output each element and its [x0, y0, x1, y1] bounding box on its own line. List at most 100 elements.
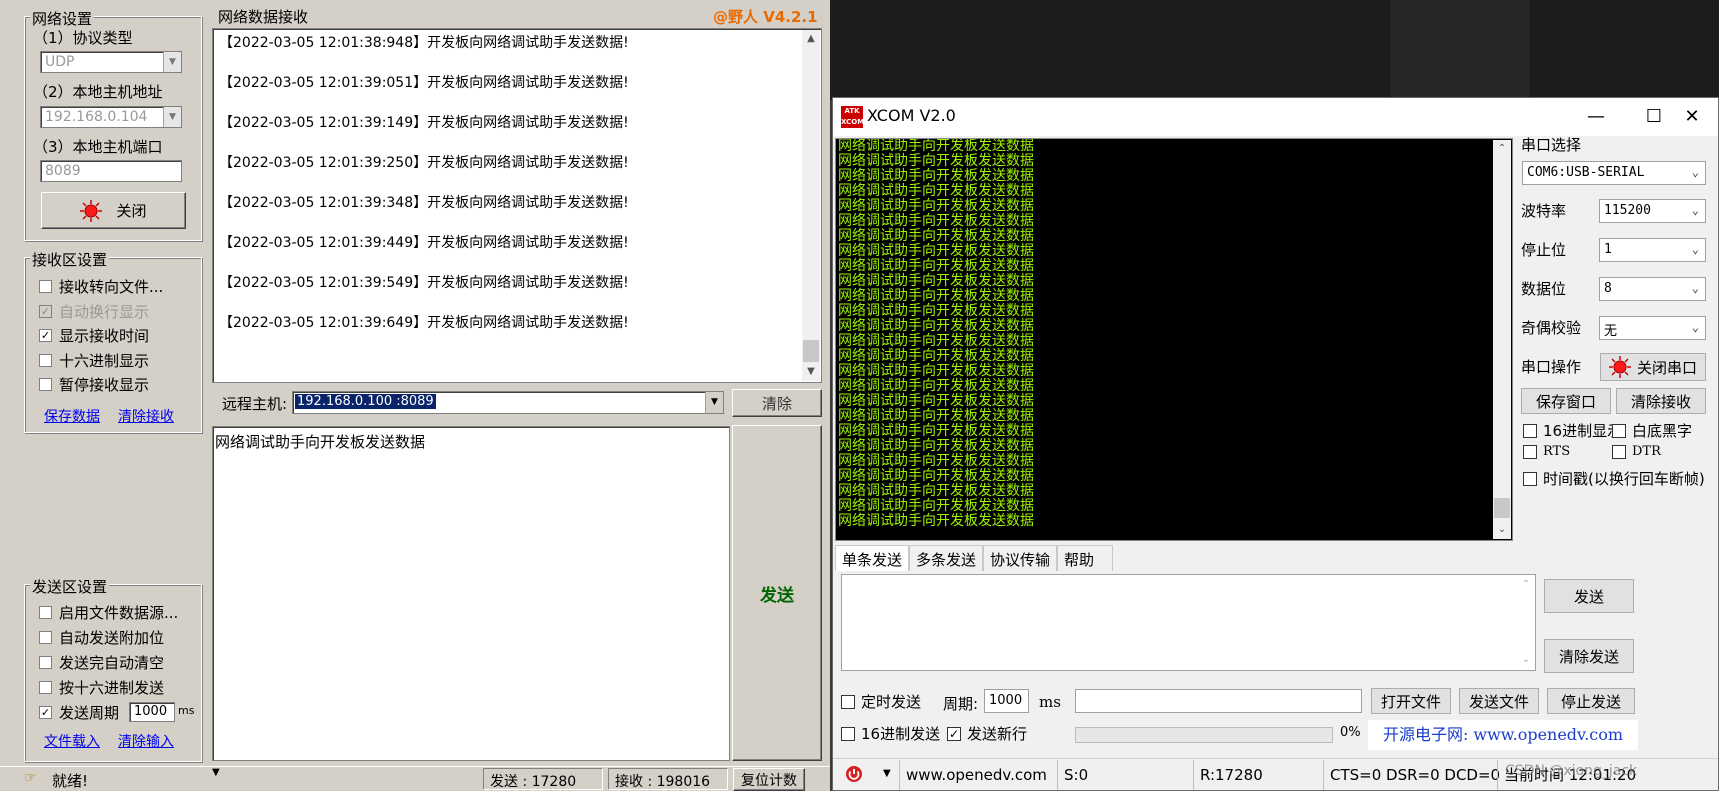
parity-select[interactable]: 无 ⌄ [1599, 316, 1706, 340]
recv-option-label: 暂停接收显示 [59, 376, 150, 394]
parity-label: 奇偶校验 [1521, 319, 1582, 337]
recv-option-checkbox[interactable]: 十六进制显示 [39, 350, 149, 371]
dtr-checkbox[interactable]: DTR [1612, 444, 1661, 459]
hex-send-checkbox[interactable]: 16进制发送 [841, 723, 940, 744]
terminal-line: 网络调试助手向开发板发送数据 [838, 303, 1034, 319]
tab-0[interactable]: 单条发送 [835, 545, 909, 571]
xcom-period-input[interactable]: 1000 [984, 689, 1029, 713]
send-textarea[interactable]: 网络调试助手向开发板发送数据 [212, 426, 730, 761]
desktop-background [830, 0, 1719, 100]
chevron-down-icon: ⌄ [1691, 165, 1699, 179]
send-option-checkbox[interactable]: 自动发送附加位 [39, 627, 164, 648]
send-option-checkbox[interactable]: 启用文件数据源... [39, 602, 178, 623]
send-period-input[interactable]: 1000 [129, 702, 175, 722]
status-url[interactable]: www.openedv.com [899, 760, 1047, 790]
save-window-button[interactable]: 保存窗口 [1521, 388, 1611, 414]
baud-select[interactable]: 115200 ⌄ [1599, 199, 1706, 223]
status-dropdown-icon[interactable]: ▼ [883, 768, 891, 779]
status-received: R:17280 [1193, 760, 1263, 790]
scroll-down-icon[interactable]: ⌄ [1493, 521, 1511, 539]
white-bg-checkbox[interactable]: 白底黑字 [1612, 420, 1692, 441]
send-option-checkbox[interactable]: 按十六进制发送 [39, 677, 164, 698]
scroll-thumb[interactable] [1494, 498, 1510, 518]
minimize-icon[interactable]: — [1567, 98, 1625, 136]
recv-textarea[interactable]: 【2022-03-05 12:01:38:948】开发板向网络调试助手发送数据!… [212, 28, 822, 383]
close-icon[interactable]: ✕ [1663, 98, 1719, 136]
hex-display-checkbox[interactable]: 16进制显示 [1523, 420, 1622, 441]
port-select[interactable]: COM6:USB-SERIAL ⌄ [1522, 161, 1706, 185]
open-file-button[interactable]: 打开文件 [1371, 688, 1451, 714]
scroll-down-icon[interactable]: ▼ [802, 363, 820, 381]
timed-send-checkbox[interactable]: 定时发送 [841, 691, 921, 712]
xcom-send-button[interactable]: 发送 [1544, 579, 1634, 613]
file-load-link[interactable]: 文件载入 [44, 731, 100, 751]
baud-label: 波特率 [1521, 202, 1567, 220]
host-select[interactable]: 192.168.0.104 ▼ [40, 106, 182, 128]
xcom-titlebar: ATK XCOM XCOM V2.0 — ☐ ✕ [833, 98, 1718, 136]
port-input[interactable]: 8089 [40, 160, 182, 182]
parity-value: 无 [1604, 324, 1618, 339]
rts-checkbox[interactable]: RTS [1523, 444, 1570, 459]
netassist-window: 网络设置 （1）协议类型 UDP ▼ （2）本地主机地址 192.168.0.1… [0, 0, 830, 791]
tab-1[interactable]: 多条发送 [909, 545, 983, 571]
scroll-up-icon[interactable]: ⌃ [1518, 576, 1534, 594]
checkbox-box: ✓ [39, 329, 52, 342]
recv-area-title: 网络数据接收 [218, 8, 309, 26]
file-path-input[interactable] [1075, 689, 1362, 713]
send-file-button[interactable]: 发送文件 [1459, 688, 1539, 714]
stop-bits-select[interactable]: 1 ⌄ [1599, 238, 1706, 262]
save-data-link[interactable]: 保存数据 [44, 406, 100, 426]
chevron-down-icon: ▼ [705, 392, 723, 413]
clear-receive-button[interactable]: 清除接收 [1616, 388, 1706, 414]
terminal-line: 网络调试助手向开发板发送数据 [838, 363, 1034, 379]
scroll-up-icon[interactable]: ⌃ [1493, 140, 1511, 158]
website-ad[interactable]: 开源电子网: www.openedv.com [1368, 720, 1638, 750]
checkbox-box [1612, 444, 1626, 459]
terminal-line: 网络调试助手向开发板发送数据 [838, 468, 1034, 484]
white-bg-label: 白底黑字 [1632, 422, 1693, 440]
send-newline-checkbox[interactable]: ✓ 发送新行 [947, 723, 1027, 744]
send-button[interactable]: 发送 [732, 425, 822, 761]
remote-host-select[interactable]: 192.168.0.100 :8089 ▼ [292, 391, 724, 414]
recv-option-checkbox[interactable]: ✓ 显示接收时间 [39, 325, 149, 346]
clear-button[interactable]: 清除 [732, 389, 822, 417]
host-value: 192.168.0.104 [45, 109, 148, 125]
send-period-checkbox[interactable]: ✓ 发送周期 [39, 702, 119, 723]
terminal-line: 网络调试助手向开发板发送数据 [838, 408, 1034, 424]
recv-option-checkbox[interactable]: 暂停接收显示 [39, 374, 149, 395]
scroll-up-icon[interactable]: ▲ [802, 30, 820, 48]
checkbox-box [1523, 471, 1537, 486]
data-bits-value: 8 [1604, 281, 1612, 296]
checkbox-box: ✓ [39, 304, 52, 318]
reset-count-button[interactable]: 复位计数 [733, 768, 805, 791]
clear-send-button[interactable]: 清除发送 [1544, 639, 1634, 673]
recv-option-checkbox[interactable]: ✓ 自动换行显示 [39, 301, 149, 322]
protocol-select[interactable]: UDP ▼ [40, 51, 182, 73]
power-icon[interactable] [845, 765, 863, 783]
recv-line: 【2022-03-05 12:01:39:250】开发板向网络调试助手发送数据! [219, 155, 629, 171]
scroll-thumb[interactable] [803, 340, 819, 362]
terminal-line: 网络调试助手向开发板发送数据 [838, 288, 1034, 304]
timestamp-checkbox[interactable]: 时间戳(以换行回车断帧) [1523, 468, 1705, 489]
recv-option-checkbox[interactable]: 接收转向文件... [39, 276, 163, 297]
tab-2[interactable]: 协议传输 [983, 545, 1057, 571]
chevron-down-icon: ⌄ [1691, 203, 1699, 217]
recv-line: 【2022-03-05 12:01:38:948】开发板向网络调试助手发送数据! [219, 35, 629, 51]
close-connection-button[interactable]: 关闭 [41, 192, 186, 229]
terminal-output[interactable]: 网络调试助手向开发板发送数据 网络调试助手向开发板发送数据 网络调试助手向开发板发送… [835, 138, 1513, 541]
recv-scrollbar[interactable]: ▲ ▼ [802, 30, 820, 381]
stop-send-button[interactable]: 停止发送 [1547, 688, 1635, 714]
xcom-send-textarea[interactable]: ⌃ ⌄ [841, 574, 1536, 671]
clear-receive-link[interactable]: 清除接收 [118, 406, 174, 426]
scroll-down-icon[interactable]: ⌄ [1518, 651, 1534, 669]
close-port-button[interactable]: 关闭串口 [1600, 353, 1706, 381]
terminal-scrollbar[interactable]: ⌃ ⌄ [1493, 140, 1511, 539]
send-scrollbar[interactable]: ⌃ ⌄ [1518, 576, 1534, 669]
send-option-checkbox[interactable]: 发送完自动清空 [39, 652, 164, 673]
clear-input-link[interactable]: 清除输入 [118, 731, 174, 751]
data-bits-select[interactable]: 8 ⌄ [1599, 277, 1706, 301]
rts-label: RTS [1543, 444, 1571, 459]
data-bits-label: 数据位 [1521, 280, 1567, 298]
send-tabs: 单条发送 多条发送 协议传输 帮助 [835, 545, 1515, 571]
tab-3[interactable]: 帮助 [1057, 545, 1113, 571]
